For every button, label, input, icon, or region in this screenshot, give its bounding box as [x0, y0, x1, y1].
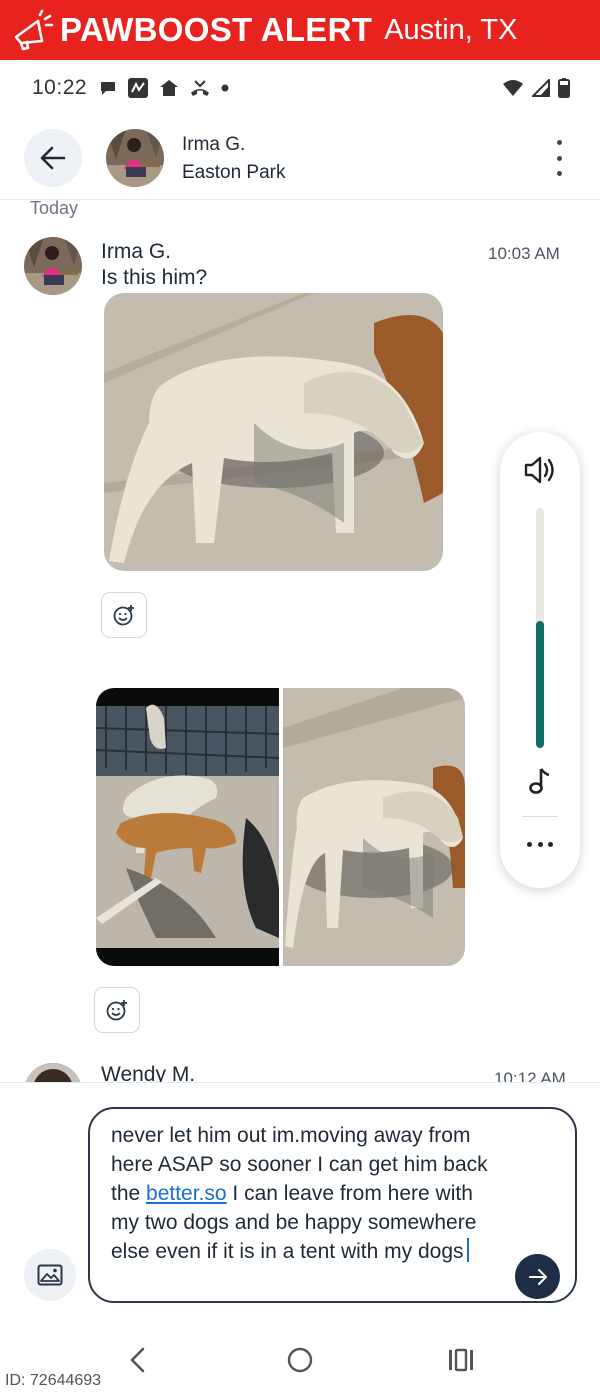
day-label: Today: [30, 198, 79, 218]
arrow-right-icon: [528, 1268, 547, 1285]
divider: [522, 816, 558, 817]
chat-header: Irma G. Easton Park: [0, 116, 600, 200]
nav-back-icon[interactable]: [126, 1346, 150, 1374]
dot: [556, 171, 562, 176]
dot-icon: [221, 84, 229, 92]
message-photo[interactable]: [283, 688, 465, 966]
message-text: Is this him?: [101, 266, 208, 289]
add-reaction-button[interactable]: [101, 592, 147, 638]
message-photo[interactable]: [96, 688, 279, 966]
dot: [556, 140, 562, 145]
system-icons: [502, 78, 570, 98]
dot: [556, 155, 562, 161]
message-partial: Wendy M. 10:12 AM: [0, 1055, 600, 1082]
message-author: Wendy M.: [101, 1063, 196, 1082]
missed-call-icon: [191, 80, 210, 96]
music-note-icon[interactable]: [525, 766, 555, 796]
id-label: ID: 72644693: [5, 1372, 102, 1389]
avatar[interactable]: [106, 129, 164, 187]
avatar[interactable]: [24, 1063, 82, 1082]
send-button[interactable]: [515, 1254, 560, 1299]
avatar-photo: [24, 237, 82, 295]
signal-icon: [532, 79, 550, 97]
battery-icon: [558, 78, 570, 98]
volume-more-button[interactable]: [527, 842, 553, 850]
message-author: Irma G.: [101, 240, 172, 263]
volume-slider[interactable]: [536, 508, 544, 748]
add-reaction-icon: [106, 1000, 127, 1021]
add-reaction-icon: [113, 605, 134, 626]
input-link[interactable]: better.so: [146, 1182, 227, 1205]
attach-image-button[interactable]: [24, 1249, 76, 1301]
alert-banner: PAWBOOST ALERT Austin, TX: [0, 0, 600, 60]
message-time: 10:03 AM: [488, 244, 560, 263]
nav-recents-icon[interactable]: [447, 1348, 475, 1372]
add-reaction-button[interactable]: [94, 987, 140, 1033]
header-subtitle: Easton Park: [182, 162, 286, 183]
message-time: 10:12 AM: [494, 1069, 566, 1082]
status-time: 10:22: [32, 76, 88, 99]
dog-photo: [283, 688, 465, 966]
status-bar: 10:22: [0, 60, 600, 116]
more-options-button[interactable]: [546, 140, 572, 176]
volume-panel: [500, 432, 580, 888]
chat-bubble-icon: [101, 82, 116, 95]
avatar-photo: [24, 1063, 82, 1082]
avatar[interactable]: [24, 237, 82, 295]
dot: [527, 842, 532, 847]
home-icon: [160, 80, 179, 96]
alert-title: PAWBOOST ALERT: [60, 11, 373, 48]
arrow-left-icon: [40, 146, 66, 170]
speaker-icon[interactable]: [522, 452, 558, 488]
composer-area: never let him out im.moving away from he…: [0, 1082, 600, 1326]
notification-icons: [99, 77, 229, 99]
image-icon: [37, 1264, 63, 1286]
volume-level: [536, 620, 544, 748]
wifi-icon: [503, 80, 523, 96]
avatar-photo: [106, 129, 164, 187]
message-input[interactable]: never let him out im.moving away from he…: [88, 1107, 577, 1303]
dot: [537, 842, 543, 847]
message-photo[interactable]: [104, 293, 443, 571]
text-caret: [466, 1238, 469, 1262]
header-name: Irma G.: [182, 134, 246, 155]
dot: [548, 842, 553, 847]
message-input-text[interactable]: never let him out im.moving away from he…: [111, 1121, 505, 1266]
dog-photo: [104, 293, 443, 571]
dogs-fence-photo: [96, 688, 279, 966]
nav-home-icon[interactable]: [287, 1347, 313, 1373]
app-icon: [128, 78, 149, 98]
megaphone-icon: [14, 9, 54, 51]
alert-city: Austin, TX: [384, 13, 518, 46]
back-button[interactable]: [24, 129, 82, 187]
